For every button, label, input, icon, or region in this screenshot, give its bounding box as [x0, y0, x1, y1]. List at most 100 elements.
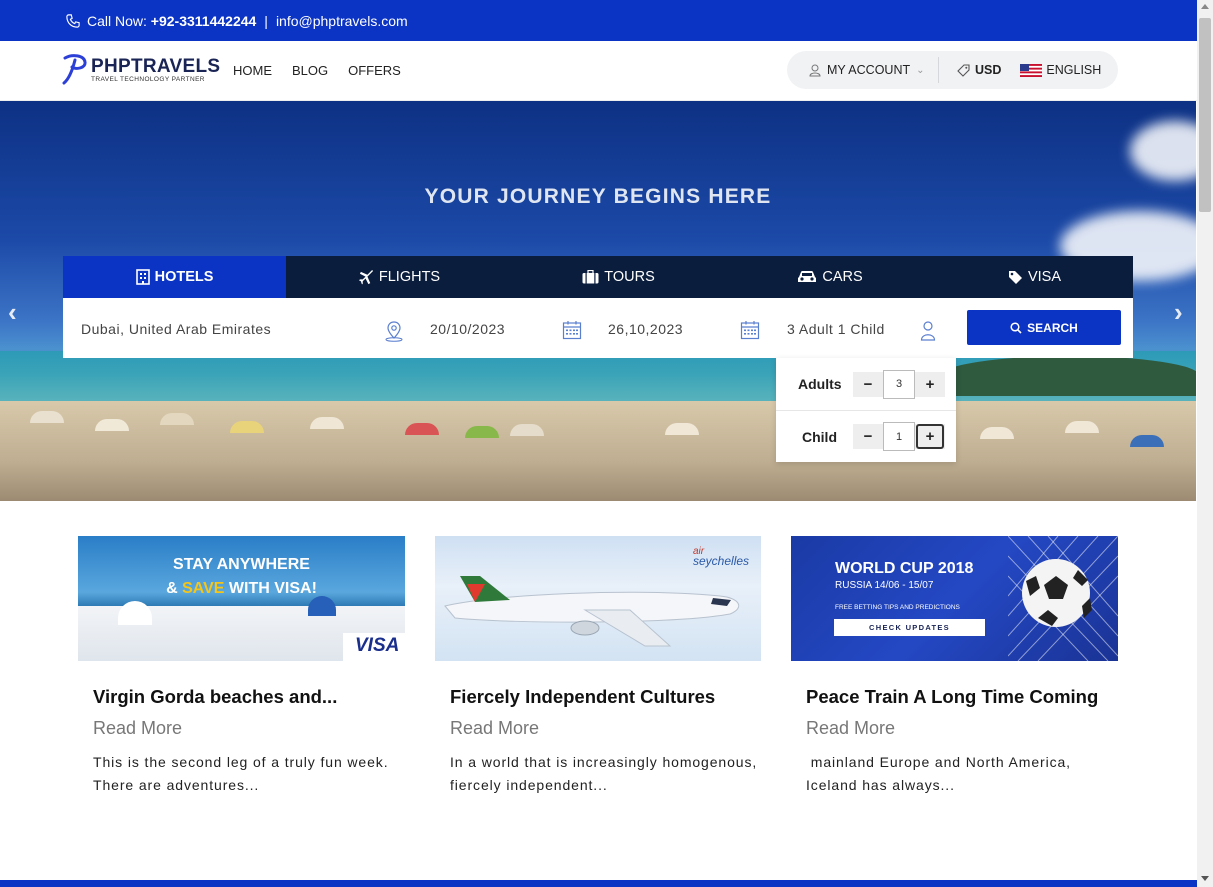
- scrollbar-thumb[interactable]: [1199, 18, 1211, 212]
- checkout-date-input[interactable]: 26,10,2023: [608, 321, 683, 337]
- card-description: This is the second leg of a truly fun we…: [93, 754, 389, 793]
- currency-selector[interactable]: USD: [957, 63, 1001, 77]
- read-more-link[interactable]: Read More: [93, 718, 182, 739]
- tab-visa[interactable]: VISA: [936, 256, 1133, 298]
- search-icon: [1010, 321, 1022, 334]
- adults-minus-button[interactable]: −: [853, 372, 883, 397]
- tab-flights[interactable]: FLIGHTS: [286, 256, 513, 298]
- child-label: Child: [802, 428, 837, 445]
- currency-label: USD: [975, 63, 1002, 77]
- my-account-label: MY ACCOUNT: [827, 63, 911, 77]
- card-title[interactable]: Virgin Gorda beaches and...: [93, 686, 337, 708]
- topbar-separator: |: [264, 12, 268, 29]
- logo-name: PHPTRAVELS: [91, 55, 221, 77]
- phone-icon: [66, 13, 80, 28]
- card-image-worldcup[interactable]: WORLD CUP 2018 RUSSIA 14/06 - 15/07 FREE…: [791, 536, 1118, 661]
- dome-decoration: [118, 601, 152, 625]
- email-link[interactable]: info@phptravels.com: [276, 13, 408, 29]
- blog-card[interactable]: air seychelles Fiercely Independent Cult…: [435, 536, 761, 793]
- adults-value[interactable]: 3: [883, 369, 915, 399]
- tab-tours[interactable]: TOURS: [513, 256, 724, 298]
- logo-tagline: TRAVEL TECHNOLOGY PARTNER: [91, 75, 205, 83]
- umbrella-decoration: [510, 424, 544, 436]
- destination-input[interactable]: Dubai, United Arab Emirates: [81, 321, 271, 337]
- plane-icon: [358, 269, 373, 284]
- calendar-icon: [740, 321, 760, 340]
- card-image-line1: STAY ANYWHERE: [173, 556, 310, 573]
- logo[interactable]: PHPTRAVELS TRAVEL TECHNOLOGY PARTNER: [62, 54, 220, 86]
- hotel-search-form: Dubai, United Arab Emirates 20/10/2023 2…: [63, 298, 1133, 358]
- umbrella-decoration: [30, 411, 64, 423]
- carousel-prev-arrow[interactable]: ‹: [8, 297, 17, 328]
- search-button[interactable]: SEARCH: [967, 310, 1121, 345]
- adults-row: Adults − 3 +: [776, 358, 956, 410]
- card-title[interactable]: Fiercely Independent Cultures: [450, 686, 715, 708]
- scroll-down-arrow-icon[interactable]: [1201, 876, 1209, 881]
- nav-blog[interactable]: BLOG: [292, 63, 328, 78]
- carousel-next-arrow[interactable]: ›: [1174, 297, 1183, 328]
- read-more-link[interactable]: Read More: [806, 718, 895, 739]
- dome-decoration: [308, 596, 336, 616]
- footer-strip: [0, 880, 1197, 887]
- blog-card[interactable]: STAY ANYWHERE & SAVE WITH VISA! VISA Vir…: [78, 536, 405, 793]
- car-icon: [798, 271, 817, 282]
- search-button-label: SEARCH: [1027, 320, 1078, 335]
- main-nav: HOME BLOG OFFERS: [233, 63, 401, 78]
- blog-card[interactable]: WORLD CUP 2018 RUSSIA 14/06 - 15/07 FREE…: [791, 536, 1118, 793]
- card-description: In a world that is increasingly homogeno…: [450, 754, 758, 793]
- building-icon: [135, 269, 150, 285]
- language-label: ENGLISH: [1046, 63, 1102, 77]
- card-title[interactable]: Peace Train A Long Time Coming: [806, 686, 1098, 708]
- checkin-date-input[interactable]: 20/10/2023: [430, 321, 505, 337]
- card-image-visa[interactable]: STAY ANYWHERE & SAVE WITH VISA! VISA: [78, 536, 405, 661]
- card-image-airplane[interactable]: air seychelles: [435, 536, 761, 661]
- my-account-dropdown[interactable]: MY ACCOUNT ⌄: [787, 57, 939, 83]
- map-pin-icon: [385, 321, 403, 342]
- umbrella-decoration: [310, 417, 344, 429]
- tab-tours-label: TOURS: [604, 269, 655, 285]
- child-plus-button[interactable]: +: [916, 424, 944, 449]
- guests-input[interactable]: 3 Adult 1 Child: [787, 321, 885, 337]
- tab-flights-label: FLIGHTS: [378, 269, 441, 285]
- check-updates-button[interactable]: CHECK UPDATES: [834, 619, 985, 636]
- tag-icon: [1008, 270, 1022, 284]
- phone-number[interactable]: +92-3311442244: [151, 13, 257, 29]
- worldcup-title: WORLD CUP 2018: [835, 560, 974, 577]
- soccer-ball-icon: [1008, 536, 1118, 661]
- umbrella-decoration: [230, 421, 264, 433]
- umbrella-decoration: [980, 427, 1014, 439]
- umbrella-decoration: [1130, 435, 1164, 447]
- child-stepper: − 1 +: [853, 422, 945, 451]
- tab-hotels[interactable]: HOTELS: [63, 256, 286, 298]
- card-image-save: SAVE: [182, 580, 225, 597]
- child-minus-button[interactable]: −: [853, 424, 883, 449]
- child-value[interactable]: 1: [883, 422, 915, 451]
- umbrella-decoration: [95, 419, 129, 431]
- hero-title: YOUR JOURNEY BEGINS HERE: [424, 185, 772, 208]
- hill-decoration: [940, 356, 1196, 396]
- chevron-down-icon: ⌄: [916, 64, 925, 76]
- card-image-subline: & SAVE WITH VISA!: [78, 580, 405, 598]
- umbrella-decoration: [1065, 421, 1099, 433]
- card-image-rest: WITH VISA!: [228, 580, 317, 597]
- tab-cars[interactable]: CARS: [724, 256, 936, 298]
- read-more-link[interactable]: Read More: [450, 718, 539, 739]
- language-selector[interactable]: ENGLISH: [1020, 63, 1101, 77]
- call-now-label: Call Now:: [87, 12, 147, 29]
- adults-plus-button[interactable]: +: [915, 372, 945, 397]
- suitcase-icon: [582, 270, 599, 284]
- calendar-icon: [562, 321, 582, 340]
- tab-cars-label: CARS: [822, 269, 863, 285]
- nav-home[interactable]: HOME: [233, 63, 272, 78]
- seychelles-logo: seychelles: [693, 554, 750, 568]
- cloud-decoration: [1130, 121, 1196, 181]
- nav-offers[interactable]: OFFERS: [348, 63, 401, 78]
- umbrella-decoration: [160, 413, 194, 425]
- search-tabs: HOTELS FLIGHTS TOURS CARS VISA: [63, 256, 1133, 298]
- adults-label: Adults: [798, 376, 842, 392]
- umbrella-decoration: [665, 423, 699, 435]
- scroll-up-arrow-icon[interactable]: [1201, 4, 1209, 9]
- guests-dropdown: Adults − 3 + Child − 1 +: [776, 358, 956, 462]
- adults-stepper: − 3 +: [853, 369, 945, 399]
- site-header: PHPTRAVELS TRAVEL TECHNOLOGY PARTNER HOM…: [0, 41, 1197, 101]
